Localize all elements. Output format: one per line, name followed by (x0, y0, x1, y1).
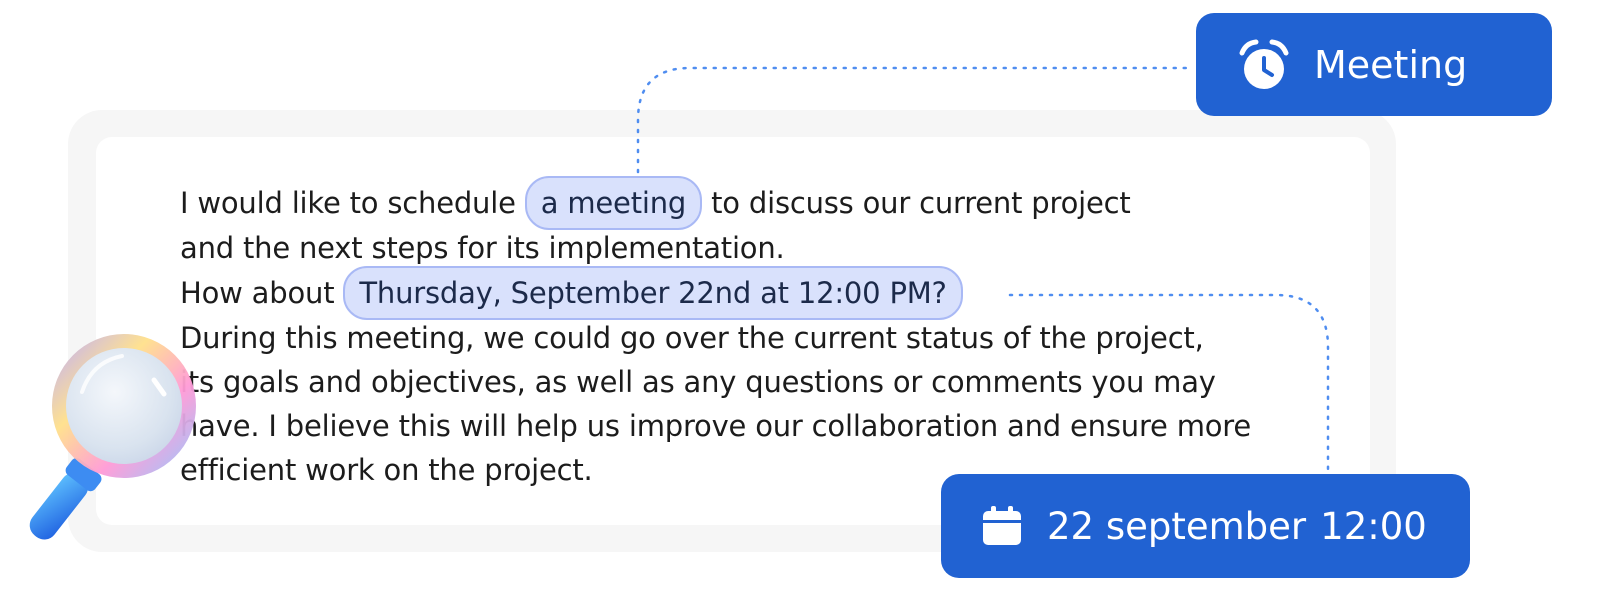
line1-end: to discuss our current project (711, 186, 1131, 220)
meeting-tag-label: Meeting (1314, 42, 1468, 87)
line1-start: I would like to schedule (180, 186, 516, 220)
magnifier-icon (29, 334, 196, 540)
email-line-5: its goals and objectives, as well as any… (180, 365, 1216, 399)
email-body: I would like to schedule a meeting to di… (180, 176, 1340, 492)
email-line-6: have. I believe this will help us improv… (180, 409, 1252, 443)
meeting-highlight[interactable]: a meeting (524, 176, 703, 230)
date-tag-time: 12:00 (1320, 504, 1427, 548)
date-tag-date: 22 september (1047, 504, 1307, 548)
datetime-highlight[interactable]: Thursday, September 22nd at 12:00 PM? (343, 266, 963, 320)
date-tag[interactable]: 22 september 12:00 (941, 474, 1470, 578)
meeting-tag[interactable]: Meeting (1196, 13, 1552, 116)
meeting-connector (636, 66, 1192, 174)
email-line-3: How about Thursday, September 22nd at 12… (180, 266, 1340, 320)
email-line-2: and the next steps for its implementatio… (180, 231, 785, 265)
line3-start: How about (180, 276, 335, 310)
calendar-icon (981, 505, 1023, 547)
email-line-4: During this meeting, we could go over th… (180, 321, 1204, 355)
email-line-1: I would like to schedule a meeting to di… (180, 176, 1340, 230)
alarm-clock-icon (1236, 37, 1292, 93)
